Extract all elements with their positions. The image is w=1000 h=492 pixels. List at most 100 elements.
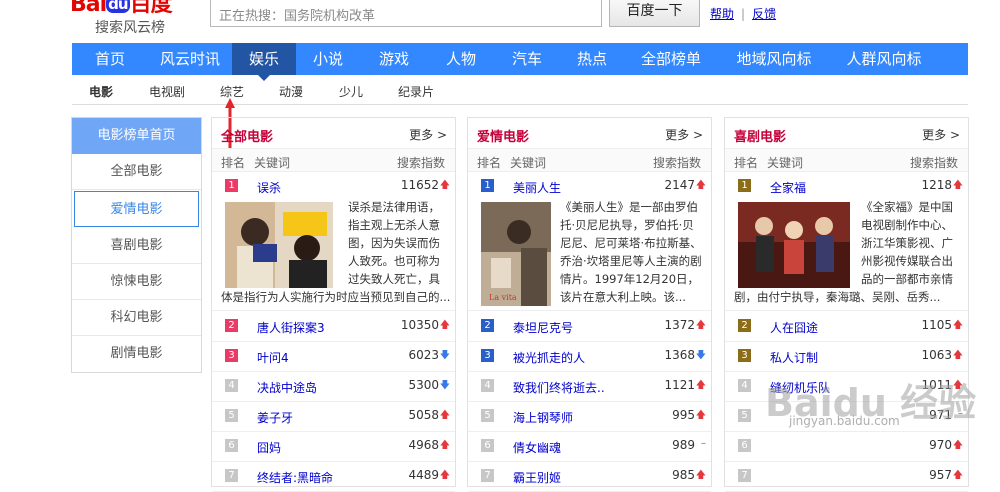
nav-item-crowd[interactable]: 人群风向标 bbox=[830, 43, 938, 75]
nav-item-people[interactable]: 人物 bbox=[428, 43, 494, 75]
movie-poster[interactable] bbox=[738, 202, 850, 288]
keyword-link[interactable]: 姜子牙 bbox=[257, 409, 293, 426]
featured-detail: La vita 《美丽人生》是一部由罗伯托·贝尼尼执导，罗伯托·贝尼尼、尼可莱塔… bbox=[468, 200, 711, 311]
more-link[interactable]: 更多 > bbox=[409, 126, 447, 143]
search-index: 1218 bbox=[921, 178, 952, 192]
subnav-item-tv[interactable]: 电视剧 bbox=[149, 83, 185, 100]
keyword-link[interactable]: 叶问4 bbox=[257, 349, 289, 366]
search-button[interactable]: 百度一下 bbox=[609, 0, 700, 27]
trend-up-icon: 🡅 bbox=[439, 180, 450, 191]
nav-item-all-lists[interactable]: 全部榜单 bbox=[624, 43, 718, 75]
table-row[interactable]: 4 致我们终将逝去.. 1121 🡅 bbox=[468, 372, 711, 402]
baidu-logo[interactable]: Bai du百度 搜索风云榜 bbox=[70, 0, 205, 36]
subnav-item-anime[interactable]: 动漫 bbox=[279, 83, 303, 100]
table-row[interactable]: 7 957 🡅 bbox=[725, 462, 968, 492]
keyword-link[interactable]: 美丽人生 bbox=[513, 179, 561, 196]
trend-down-icon: 🡇 bbox=[439, 350, 450, 361]
trend-up-icon: 🡅 bbox=[439, 410, 450, 421]
rank-badge: 5 bbox=[225, 409, 238, 422]
nav-item-games[interactable]: 游戏 bbox=[360, 43, 428, 75]
nav-item-region[interactable]: 地域风向标 bbox=[718, 43, 830, 75]
keyword-link[interactable]: 致我们终将逝去.. bbox=[513, 379, 605, 396]
nav-item-home[interactable]: 首页 bbox=[72, 43, 148, 75]
keyword-link[interactable]: 倩女幽魂 bbox=[513, 439, 561, 456]
sidebar-item-thriller[interactable]: 惊悚电影 bbox=[72, 264, 201, 300]
table-row[interactable]: 7 霸王别姬 985 🡅 bbox=[468, 462, 711, 492]
rank-badge: 2 bbox=[225, 319, 238, 332]
panel-title[interactable]: 全部电影 bbox=[221, 126, 273, 145]
featured-description-cont: 体是指行为人实施行为时应当预见到自己的... bbox=[221, 290, 451, 304]
nav-item-novel[interactable]: 小说 bbox=[296, 43, 360, 75]
sidebar-item-romance[interactable]: 爱情电影 bbox=[74, 191, 199, 227]
keyword-link[interactable]: 囧妈 bbox=[257, 439, 281, 456]
column-header: 排名 关键词 搜索指数 bbox=[468, 148, 711, 172]
rank-badge: 2 bbox=[738, 319, 751, 332]
search-index: 989 bbox=[672, 438, 695, 452]
help-link[interactable]: 帮助 bbox=[710, 7, 734, 21]
keyword-link[interactable]: 误杀 bbox=[257, 179, 281, 196]
search-index: 1105 bbox=[921, 318, 952, 332]
trend-up-icon: 🡅 bbox=[695, 180, 706, 191]
keyword-link[interactable]: 决战中途岛 bbox=[257, 379, 317, 396]
trend-down-icon: 🡇 bbox=[695, 350, 706, 361]
logo-text: Bai bbox=[70, 0, 107, 17]
more-link[interactable]: 更多 > bbox=[665, 126, 703, 143]
table-row[interactable]: 2 泰坦尼克号 1372 🡅 bbox=[468, 312, 711, 342]
search-index: 995 bbox=[672, 408, 695, 422]
subnav-item-movie[interactable]: 电影 bbox=[89, 83, 113, 100]
rank-badge: 1 bbox=[481, 179, 494, 192]
table-row[interactable]: 4 决战中途岛 5300 🡇 bbox=[212, 372, 455, 402]
sidebar-item-all[interactable]: 全部电影 bbox=[72, 154, 201, 190]
subnav-item-documentary[interactable]: 纪录片 bbox=[398, 83, 434, 100]
trend-up-icon: 🡅 bbox=[695, 380, 706, 391]
movie-poster[interactable]: La vita bbox=[481, 202, 551, 306]
table-row[interactable]: 5 海上钢琴师 995 🡅 bbox=[468, 402, 711, 432]
col-index: 搜索指数 bbox=[652, 156, 701, 170]
panel-title[interactable]: 爱情电影 bbox=[477, 126, 529, 145]
col-keyword: 关键词 bbox=[510, 156, 547, 170]
search-input[interactable]: 正在热搜：国务院机构改革 bbox=[210, 0, 602, 27]
feedback-link[interactable]: 反馈 bbox=[752, 7, 776, 21]
table-row[interactable]: 2 人在囧途 1105 🡅 bbox=[725, 312, 968, 342]
keyword-link[interactable]: 霸王别姬 bbox=[513, 469, 561, 486]
col-index: 搜索指数 bbox=[909, 156, 958, 170]
search-index: 5300 bbox=[408, 378, 439, 392]
rank-badge: 4 bbox=[481, 379, 494, 392]
table-row[interactable]: 3 被光抓走的人 1368 🡇 bbox=[468, 342, 711, 372]
sidebar-item-comedy[interactable]: 喜剧电影 bbox=[72, 228, 201, 264]
nav-item-cars[interactable]: 汽车 bbox=[494, 43, 560, 75]
keyword-link[interactable]: 全家福 bbox=[770, 179, 806, 196]
subnav-item-kids[interactable]: 少儿 bbox=[339, 83, 363, 100]
table-row[interactable]: 5 姜子牙 5058 🡅 bbox=[212, 402, 455, 432]
nav-item-news[interactable]: 风云时讯 bbox=[148, 43, 232, 75]
search-index: 5058 bbox=[408, 408, 439, 422]
keyword-link[interactable]: 私人订制 bbox=[770, 349, 818, 366]
nav-item-hot[interactable]: 热点 bbox=[560, 43, 624, 75]
col-rank: 排名 bbox=[221, 156, 246, 170]
rank-badge: 6 bbox=[481, 439, 494, 452]
table-row[interactable]: 3 私人订制 1063 🡅 bbox=[725, 342, 968, 372]
table-row[interactable]: 6 囧妈 4968 🡅 bbox=[212, 432, 455, 462]
table-row[interactable]: 6 倩女幽魂 989– bbox=[468, 432, 711, 462]
keyword-link[interactable]: 唐人街探案3 bbox=[257, 319, 325, 336]
table-row[interactable]: 2 唐人街探案3 10350 🡅 bbox=[212, 312, 455, 342]
sidebar-item-drama[interactable]: 剧情电影 bbox=[72, 336, 201, 372]
sidebar-header[interactable]: 电影榜单首页 bbox=[72, 118, 201, 154]
keyword-link[interactable]: 终结者:黑暗命 bbox=[257, 469, 333, 486]
nav-item-entertainment[interactable]: 娱乐 bbox=[232, 43, 296, 75]
keyword-link[interactable]: 海上钢琴师 bbox=[513, 409, 573, 426]
movie-poster[interactable] bbox=[225, 202, 333, 288]
keyword-link[interactable]: 泰坦尼克号 bbox=[513, 319, 573, 336]
featured-description: 《全家福》是中国电视剧制作中心、浙江华策影视、广州影视传媒联合出品的一部都市亲情 bbox=[861, 200, 953, 286]
keyword-link[interactable]: 人在囧途 bbox=[770, 319, 818, 336]
panel-romance-movies: 爱情电影 更多 > 排名 关键词 搜索指数 1 美丽人生 2147 🡅 La vit… bbox=[467, 117, 712, 492]
sidebar-item-scifi[interactable]: 科幻电影 bbox=[72, 300, 201, 336]
panel-title[interactable]: 喜剧电影 bbox=[734, 126, 786, 145]
trend-up-icon: 🡅 bbox=[952, 180, 963, 191]
table-row[interactable]: 3 叶问4 6023 🡇 bbox=[212, 342, 455, 372]
rank-badge: 3 bbox=[225, 349, 238, 362]
more-link[interactable]: 更多 > bbox=[922, 126, 960, 143]
table-row[interactable]: 7 终结者:黑暗命 4489 🡅 bbox=[212, 462, 455, 492]
search-index: 11652 bbox=[400, 178, 439, 192]
keyword-link[interactable]: 被光抓走的人 bbox=[513, 349, 585, 366]
